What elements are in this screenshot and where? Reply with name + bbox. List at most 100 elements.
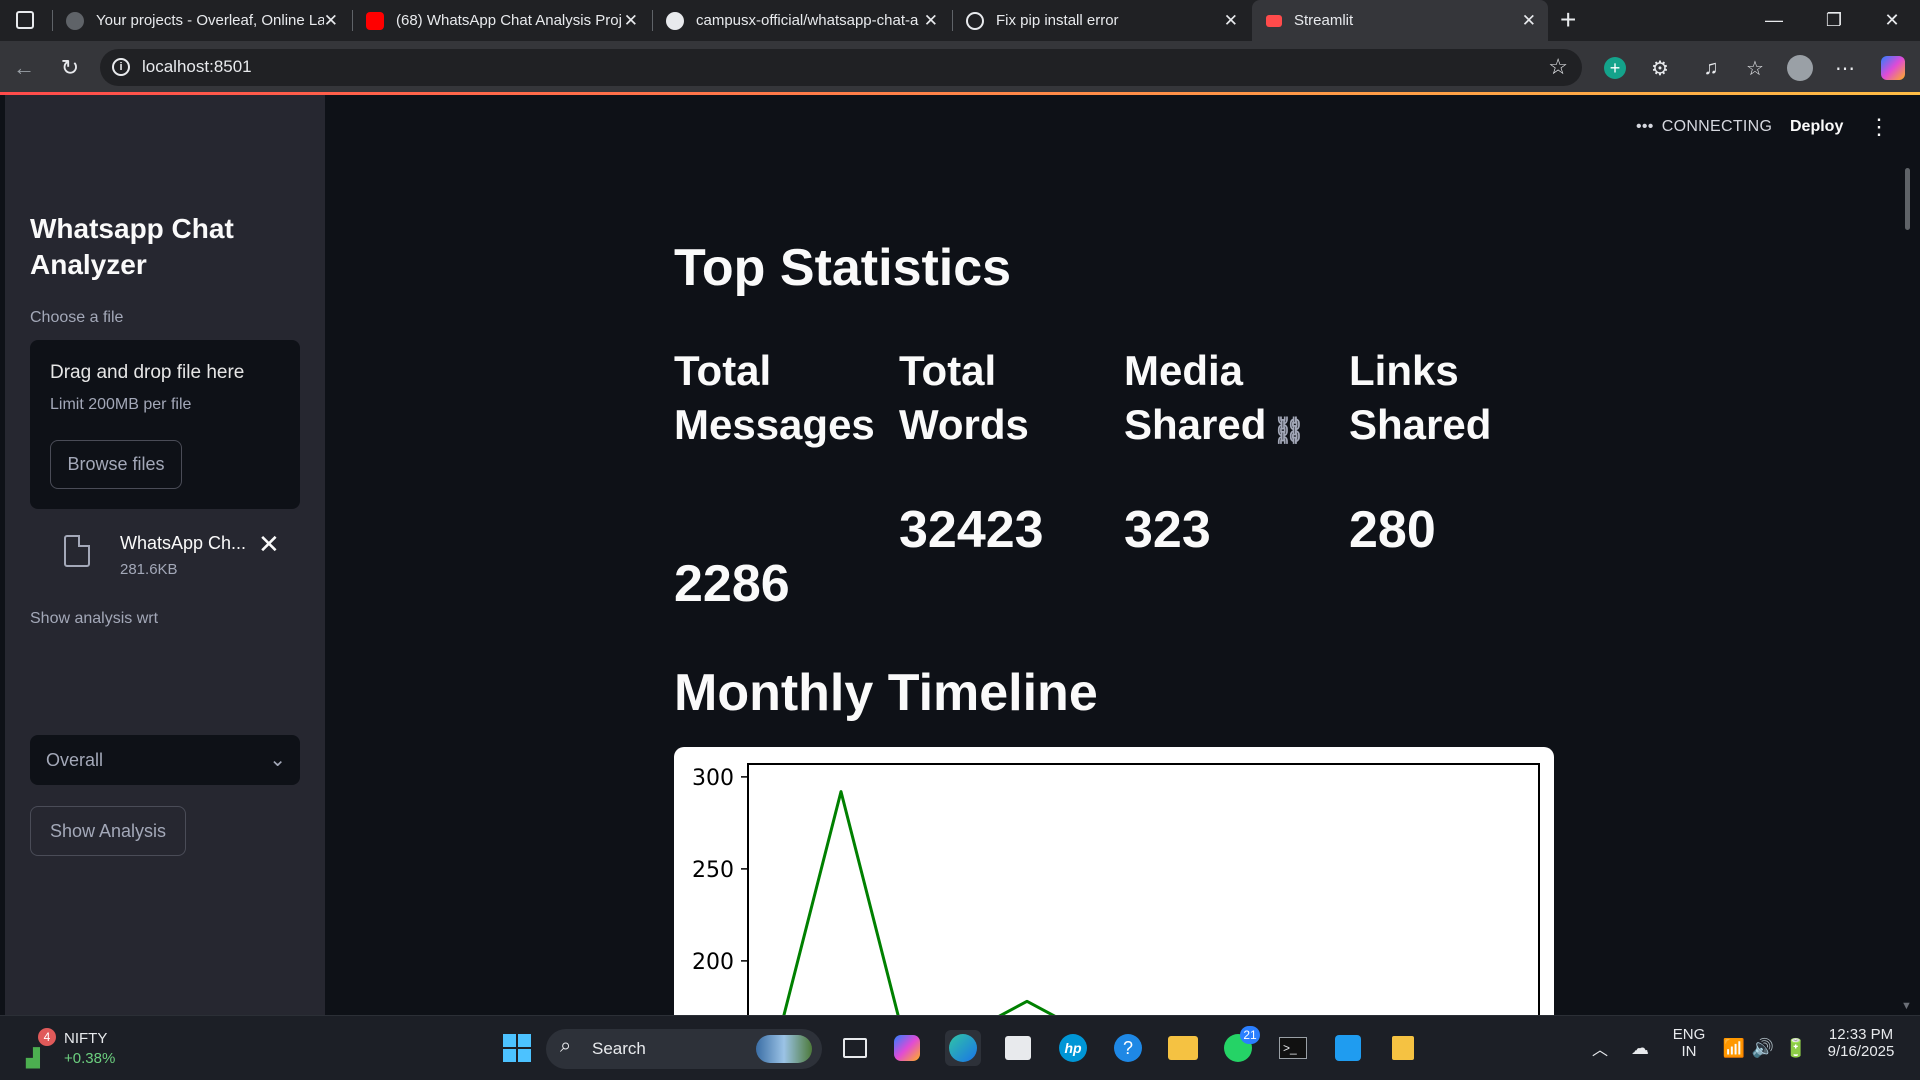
browser-tab-bar: Your projects - Overleaf, Online La ✕ (6…: [0, 0, 1920, 41]
hp-icon[interactable]: hp: [1055, 1030, 1091, 1066]
chevron-down-icon: ⌄: [269, 749, 286, 771]
y-tick-label: 300: [692, 766, 734, 791]
file-explorer-icon[interactable]: [1165, 1030, 1201, 1066]
chevron-up-icon[interactable]: ︿: [1582, 1030, 1618, 1066]
status-dots-icon: •••: [1636, 118, 1654, 135]
select-value: Overall: [46, 750, 104, 770]
metric-label-links: Links Shared: [1349, 344, 1559, 452]
streamlit-icon: [1266, 14, 1282, 27]
sticky-notes-icon[interactable]: [1385, 1030, 1421, 1066]
github-icon: [666, 11, 684, 30]
youtube-icon: [366, 11, 384, 30]
monthly-timeline-chart: 300 250 200: [674, 747, 1554, 1017]
whatsapp-icon[interactable]: 21: [1220, 1026, 1260, 1066]
clock-date: 9/16/2025: [1827, 1043, 1895, 1060]
metric-value-links: 280: [1349, 501, 1436, 559]
clock[interactable]: 12:33 PM 9/16/2025: [1816, 1026, 1906, 1060]
windows-start-icon[interactable]: [499, 1030, 535, 1066]
more-options-icon[interactable]: ⋯: [1830, 53, 1860, 83]
copilot-taskbar-icon[interactable]: [889, 1030, 925, 1066]
scroll-down-icon[interactable]: ▼: [1901, 1000, 1912, 1012]
taskbar-search[interactable]: ⌕ Search: [546, 1029, 822, 1069]
address-bar[interactable]: i localhost:8501 ☆: [100, 49, 1582, 86]
battery-icon[interactable]: 🔋: [1778, 1030, 1814, 1066]
profile-avatar-icon[interactable]: [1785, 53, 1815, 83]
reload-icon[interactable]: ↻: [56, 54, 84, 82]
main-menu-icon[interactable]: ⋮: [1868, 114, 1890, 140]
metric-label-line: Shared: [1124, 401, 1267, 448]
language-indicator[interactable]: ENG IN: [1666, 1026, 1712, 1060]
extension-plus-icon[interactable]: +: [1600, 53, 1630, 83]
metric-value-messages: 2286: [674, 555, 790, 613]
sidebar-title: Whatsapp Chat Analyzer: [30, 213, 234, 280]
vscode-icon[interactable]: [1330, 1030, 1366, 1066]
tab-chatgpt[interactable]: Fix pip install error ✕: [952, 0, 1250, 41]
close-tab-icon[interactable]: ✕: [624, 11, 638, 31]
region-code: IN: [1681, 1043, 1697, 1060]
metric-label-line: Shared: [1349, 401, 1492, 448]
edge-icon[interactable]: [945, 1030, 981, 1066]
nifty-badge: 4: [38, 1028, 56, 1046]
taskbar: ▟ 4 NIFTY +0.38% ⌕ Search hp ? 21 >_ ︿ ☁…: [0, 1015, 1920, 1080]
search-label: Search: [592, 1039, 646, 1058]
close-tab-icon[interactable]: ✕: [1522, 11, 1536, 31]
deploy-button[interactable]: Deploy: [1790, 118, 1843, 136]
nifty-label: NIFTY: [64, 1030, 108, 1047]
tab-title: (68) WhatsApp Chat Analysis Proj: [396, 12, 622, 29]
minimize-icon[interactable]: —: [1746, 0, 1802, 41]
close-tab-icon[interactable]: ✕: [924, 11, 938, 31]
search-icon: ⌕: [560, 1035, 572, 1057]
site-info-icon[interactable]: i: [112, 58, 130, 76]
timeline-title: Monthly Timeline: [674, 664, 1098, 722]
back-icon[interactable]: ←: [10, 54, 38, 82]
favorites-icon[interactable]: ☆: [1740, 53, 1770, 83]
store-icon[interactable]: [1000, 1030, 1036, 1066]
tab-overleaf[interactable]: Your projects - Overleaf, Online La ✕: [52, 0, 350, 41]
uploader-label: Choose a file: [30, 309, 124, 326]
tab-actions-icon[interactable]: [16, 11, 34, 29]
close-window-icon[interactable]: ✕: [1864, 0, 1920, 41]
scrollbar-thumb[interactable]: [1905, 168, 1910, 230]
tab-streamlit[interactable]: Streamlit ✕: [1252, 0, 1548, 41]
tab-title: campusx-official/whatsapp-chat-a: [696, 12, 919, 29]
metric-label-words: Total Words: [899, 344, 1109, 452]
copilot-icon[interactable]: [1878, 53, 1908, 83]
terminal-icon[interactable]: >_: [1275, 1030, 1311, 1066]
media-icon[interactable]: ♫: [1696, 53, 1726, 83]
tab-github[interactable]: campusx-official/whatsapp-chat-a ✕: [652, 0, 950, 41]
nifty-change: +0.38%: [64, 1050, 116, 1067]
metric-label-line: Words: [899, 401, 1029, 448]
analysis-user-select[interactable]: Overall ⌄: [30, 735, 300, 785]
tab-youtube[interactable]: (68) WhatsApp Chat Analysis Proj ✕: [352, 0, 650, 41]
metric-label-media: Media Shared ⛓: [1124, 344, 1354, 457]
metric-value-media: 323: [1124, 501, 1211, 559]
overleaf-icon: [66, 11, 84, 30]
close-tab-icon[interactable]: ✕: [1224, 11, 1238, 31]
file-dropzone[interactable]: Drag and drop file here Limit 200MB per …: [30, 340, 300, 509]
address-bar-row: ← ↻ i localhost:8501 ☆ + ⚙ ♫ ☆ ⋯: [0, 41, 1920, 94]
chatgpt-icon: [966, 11, 984, 30]
new-tab-icon[interactable]: +: [1560, 4, 1576, 36]
dropzone-instructions: Drag and drop file here: [50, 362, 245, 383]
metric-label-line: Links: [1349, 347, 1459, 394]
anchor-link-icon[interactable]: ⛓: [1272, 415, 1305, 445]
restore-icon[interactable]: ❐: [1806, 0, 1862, 41]
remove-file-icon[interactable]: ✕: [258, 529, 280, 560]
browse-files-button[interactable]: Browse files: [50, 440, 182, 489]
sidebar: Whatsapp Chat Analyzer Choose a file Dra…: [5, 95, 325, 1015]
show-analysis-button[interactable]: Show Analysis: [30, 806, 186, 856]
favorite-star-icon[interactable]: ☆: [1548, 54, 1568, 80]
volume-icon[interactable]: 🔊: [1745, 1030, 1781, 1066]
uploaded-file-size: 281.6KB: [120, 561, 178, 578]
help-icon[interactable]: ?: [1110, 1030, 1146, 1066]
url-text: localhost:8501: [142, 57, 252, 76]
extensions-icon[interactable]: ⚙: [1645, 53, 1675, 83]
task-view-icon[interactable]: [837, 1030, 873, 1066]
onedrive-off-icon[interactable]: ☁: [1622, 1030, 1658, 1066]
nifty-widget[interactable]: ▟ 4 NIFTY +0.38%: [22, 1028, 142, 1072]
uploaded-file: WhatsApp Ch... 281.6KB ✕: [30, 525, 300, 595]
stock-chart-icon: ▟: [26, 1048, 40, 1068]
close-tab-icon[interactable]: ✕: [324, 11, 338, 31]
metric-value-words: 32423: [899, 501, 1044, 559]
metric-label-line: Total: [899, 347, 997, 394]
